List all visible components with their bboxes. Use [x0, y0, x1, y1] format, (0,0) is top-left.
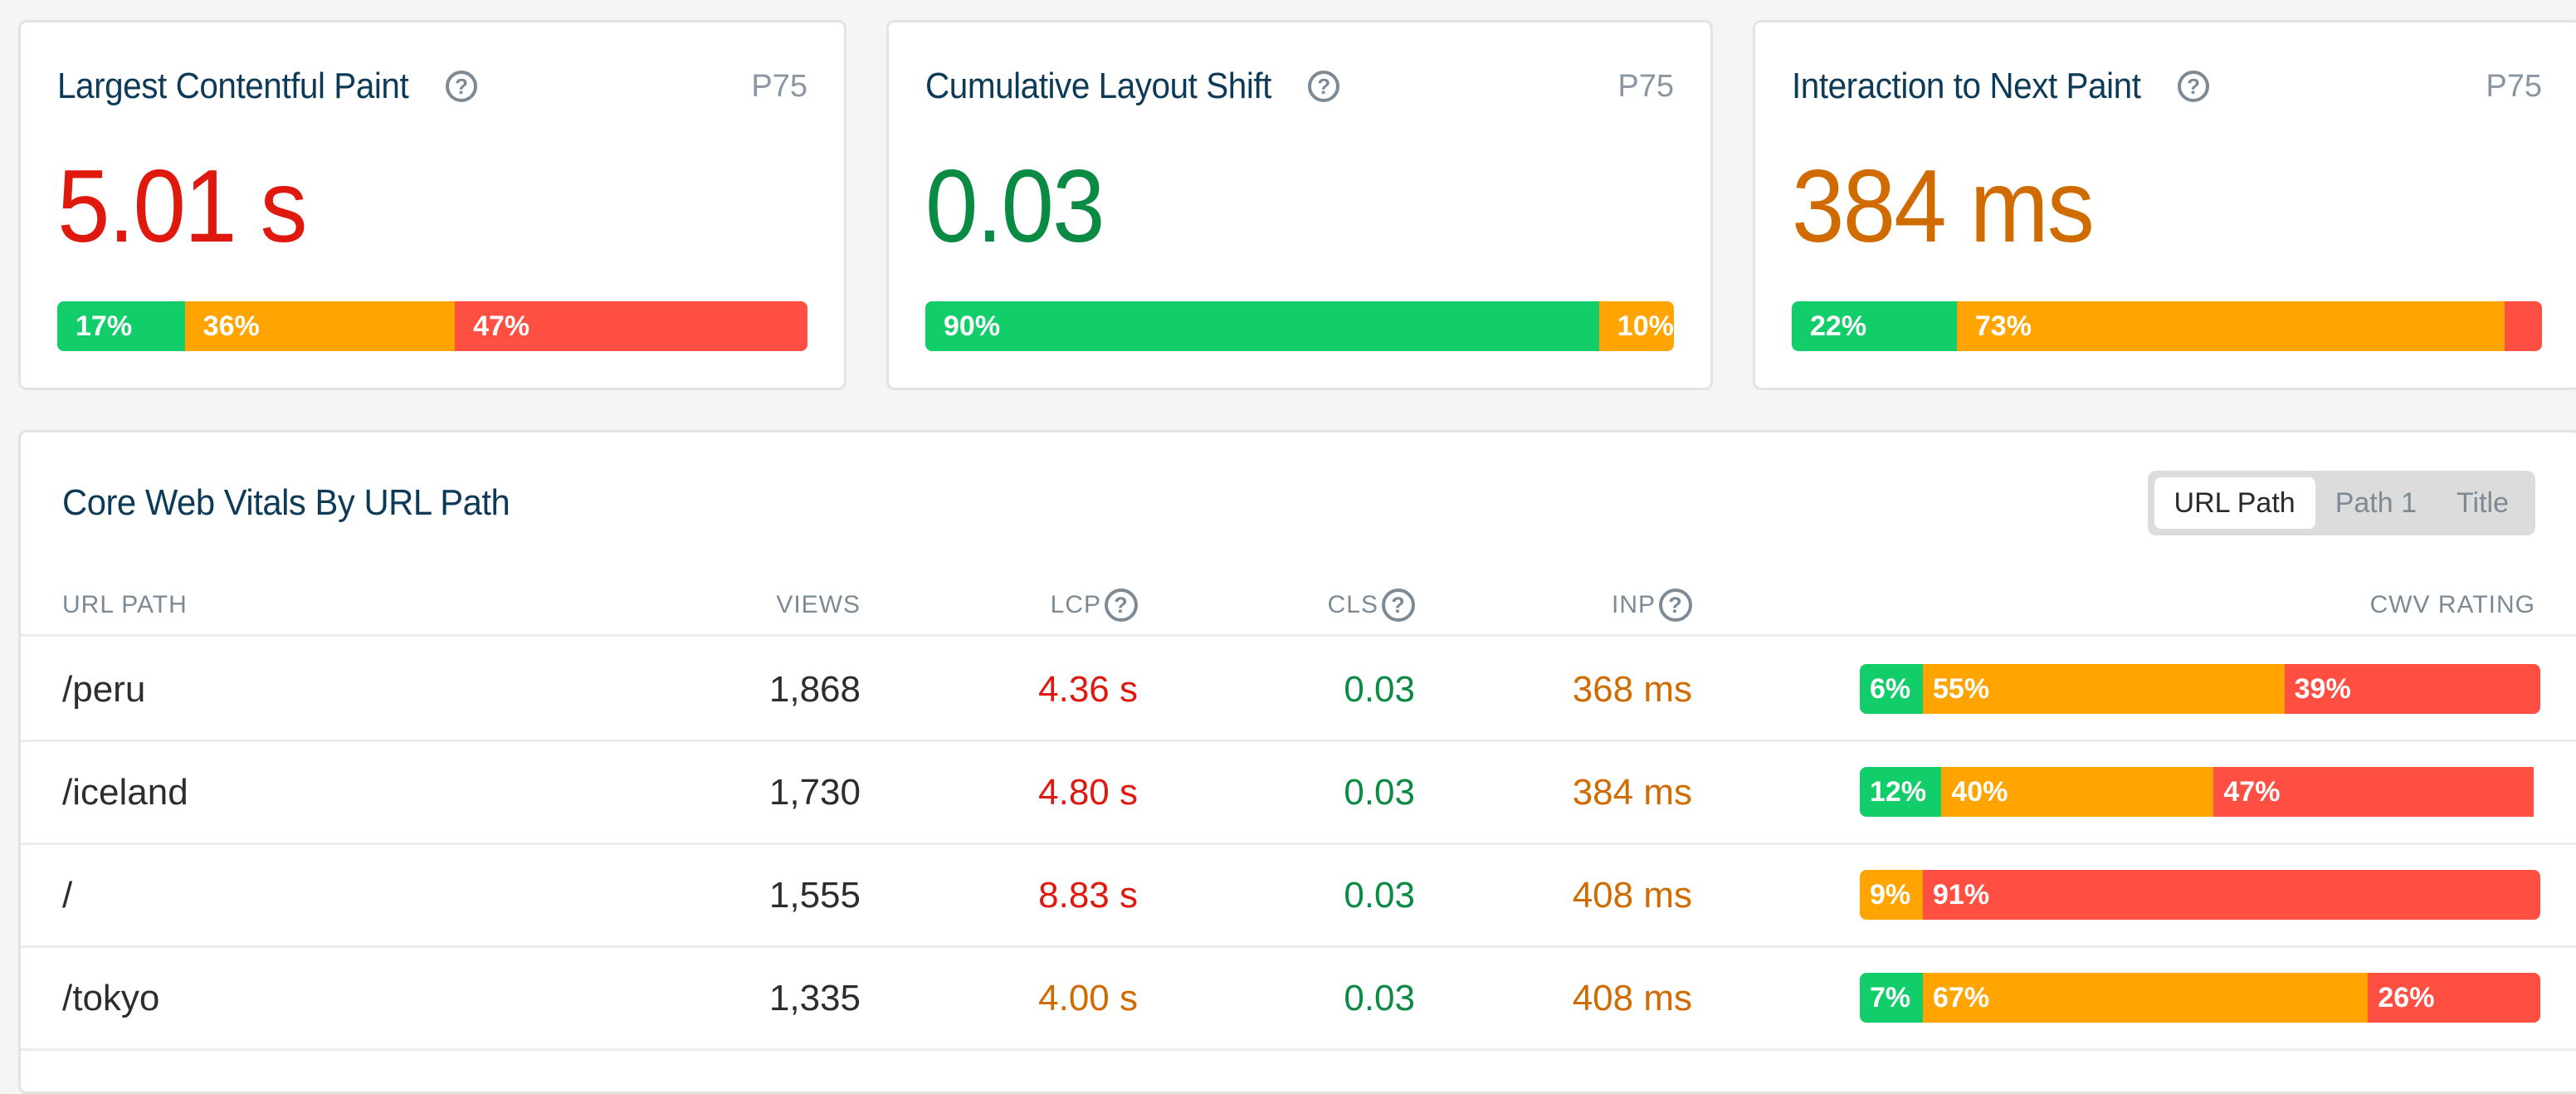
segment-needs-improvement: 9%: [1860, 870, 1923, 920]
segment-needs-improvement: 10%: [1598, 301, 1674, 351]
question-circle-icon[interactable]: ?: [1382, 589, 1415, 622]
col-header-cls-label: CLS: [1327, 591, 1378, 618]
segment-needs-improvement: 73%: [1956, 301, 2505, 351]
cell-cwv-rating: 9% 91%: [1860, 845, 2540, 945]
cell-inp: 408 ms: [1572, 977, 1692, 1018]
segment-good: 6%: [1860, 664, 1923, 714]
cell-cls: 0.03: [1344, 668, 1415, 710]
table-row[interactable]: /peru 1,868 4.36 s 0.03 368 ms 6% 55% 39%: [21, 639, 2576, 742]
metric-title: Largest Contentful Paint: [57, 66, 409, 106]
toggle-title[interactable]: Title: [2437, 477, 2529, 529]
metric-value: 384 ms: [1792, 149, 2095, 264]
col-header-cwv-rating[interactable]: CWV RATING: [2370, 574, 2535, 637]
distribution-bar: 90% 10%: [925, 301, 1674, 351]
col-header-lcp-label: LCP: [1050, 591, 1101, 618]
segment-good: 17%: [57, 301, 185, 351]
metric-card-lcp: Largest Contentful Paint ? P75 5.01 s 17…: [18, 20, 846, 390]
col-header-cls[interactable]: CLS ?: [1328, 574, 1415, 637]
cell-cls: 0.03: [1344, 771, 1415, 813]
cell-cwv-rating: 7% 67% 26%: [1860, 948, 2540, 1048]
metric-value: 5.01 s: [57, 149, 308, 264]
segment-poor: 26%: [2368, 973, 2540, 1023]
col-header-inp[interactable]: INP ?: [1612, 574, 1692, 637]
col-header-url-path[interactable]: URL PATH: [62, 574, 188, 637]
percentile-label: P75: [1617, 68, 1674, 104]
cwv-rating-bar: 6% 55% 39%: [1860, 664, 2540, 714]
metric-title: Interaction to Next Paint: [1792, 66, 2141, 106]
percentile-label: P75: [751, 68, 807, 104]
metric-value: 0.03: [925, 149, 1105, 264]
grouping-toggle: URL Path Path 1 Title: [2147, 471, 2535, 535]
table-row[interactable]: /tokyo 1,335 4.00 s 0.03 408 ms 7% 67% 26%: [21, 948, 2576, 1051]
cwv-rating-bar: 12% 40% 47%: [1860, 767, 2540, 817]
question-circle-icon[interactable]: ?: [2178, 71, 2210, 102]
cell-lcp: 4.00 s: [1038, 977, 1138, 1018]
cell-views: 1,868: [768, 668, 861, 710]
table-header: URL PATH VIEWS LCP ? CLS ? INP ? CWV RAT…: [21, 574, 2576, 637]
cell-views: 1,555: [768, 874, 861, 916]
question-circle-icon[interactable]: ?: [1105, 589, 1138, 622]
cell-lcp: 4.36 s: [1038, 668, 1138, 710]
col-header-inp-label: INP: [1611, 591, 1656, 618]
cwv-rating-bar: 9% 91%: [1860, 870, 2540, 920]
table-row[interactable]: / 1,555 8.83 s 0.03 408 ms 9% 91%: [21, 845, 2576, 948]
question-circle-icon[interactable]: ?: [1659, 589, 1692, 622]
metric-title: Cumulative Layout Shift: [925, 66, 1271, 106]
segment-good: 12%: [1860, 767, 1942, 817]
cell-lcp: 4.80 s: [1038, 771, 1138, 813]
question-circle-icon[interactable]: ?: [446, 71, 478, 102]
cell-inp: 384 ms: [1572, 771, 1692, 813]
col-header-views[interactable]: VIEWS: [776, 574, 861, 637]
cell-url-path[interactable]: /iceland: [62, 742, 188, 842]
metric-header: Cumulative Layout Shift ? P75: [925, 66, 1674, 107]
cwv-by-url-table-card: Core Web Vitals By URL Path URL Path Pat…: [18, 430, 2576, 1094]
question-circle-icon[interactable]: ?: [1308, 71, 1340, 102]
segment-needs-improvement: 55%: [1923, 664, 2285, 714]
distribution-bar: 17% 36% 47%: [57, 301, 807, 351]
segment-needs-improvement: 67%: [1923, 973, 2369, 1023]
table-row[interactable]: /iceland 1,730 4.80 s 0.03 384 ms 12% 40%…: [21, 742, 2576, 845]
cell-cwv-rating: 12% 40% 47%: [1860, 742, 2540, 842]
metric-header: Interaction to Next Paint ? P75: [1792, 66, 2542, 107]
toggle-path-1[interactable]: Path 1: [2315, 477, 2437, 529]
cell-url-path[interactable]: /tokyo: [62, 948, 159, 1048]
segment-good: 7%: [1860, 973, 1923, 1023]
cell-url-path[interactable]: /peru: [62, 639, 145, 740]
table-body: /peru 1,868 4.36 s 0.03 368 ms 6% 55% 39% …: [21, 639, 2576, 1051]
cell-cls: 0.03: [1344, 977, 1415, 1018]
metric-card-cls: Cumulative Layout Shift ? P75 0.03 90% 10…: [886, 20, 1713, 390]
metric-header: Largest Contentful Paint ? P75: [57, 66, 807, 107]
cell-cls: 0.03: [1344, 874, 1415, 916]
cwv-rating-bar: 7% 67% 26%: [1860, 973, 2540, 1023]
cell-lcp: 8.83 s: [1038, 874, 1138, 916]
toggle-url-path[interactable]: URL Path: [2154, 477, 2315, 529]
segment-needs-improvement: 36%: [184, 301, 456, 351]
segment-poor: [2504, 301, 2542, 351]
segment-poor: 47%: [455, 301, 807, 351]
cell-inp: 408 ms: [1572, 874, 1692, 916]
distribution-bar: 22% 73%: [1792, 301, 2542, 351]
cell-views: 1,335: [768, 977, 861, 1018]
col-header-lcp[interactable]: LCP ?: [1051, 574, 1138, 637]
segment-poor: 47%: [2213, 767, 2534, 817]
segment-good: 90%: [925, 301, 1599, 351]
segment-poor: 39%: [2284, 664, 2540, 714]
cell-cwv-rating: 6% 55% 39%: [1860, 639, 2540, 740]
segment-good: 22%: [1792, 301, 1957, 351]
segment-needs-improvement: 40%: [1941, 767, 2214, 817]
segment-poor: 91%: [1923, 870, 2540, 920]
percentile-label: P75: [2486, 68, 2542, 104]
cell-url-path[interactable]: /: [62, 845, 72, 945]
cell-views: 1,730: [768, 771, 861, 813]
table-title: Core Web Vitals By URL Path: [62, 482, 510, 523]
metric-card-inp: Interaction to Next Paint ? P75 384 ms 2…: [1753, 20, 2576, 390]
cell-inp: 368 ms: [1572, 668, 1692, 710]
